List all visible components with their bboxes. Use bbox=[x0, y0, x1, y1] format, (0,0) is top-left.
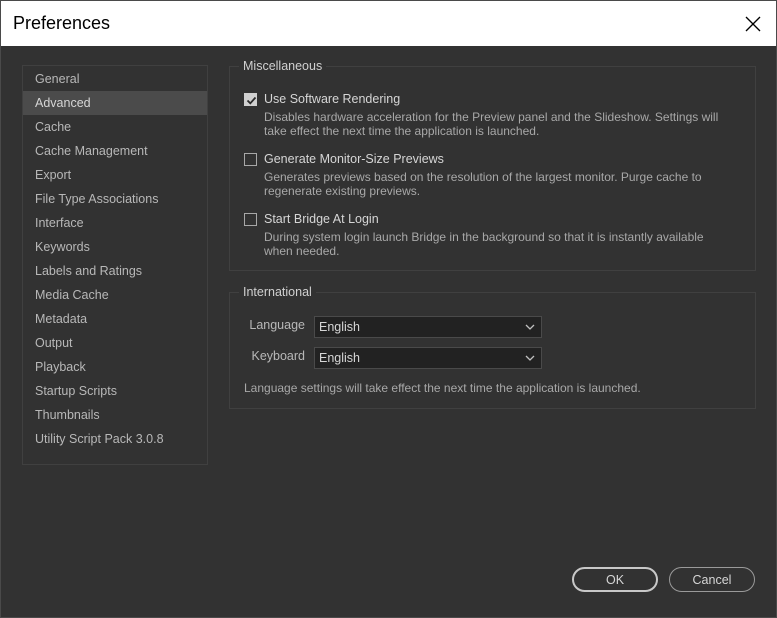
ok-button[interactable]: OK bbox=[572, 567, 658, 592]
sidebar-item-advanced[interactable]: Advanced bbox=[23, 91, 207, 115]
language-note: Language settings will take effect the n… bbox=[244, 381, 641, 395]
sidebar-item-output[interactable]: Output bbox=[23, 331, 207, 355]
sidebar-item-cache[interactable]: Cache bbox=[23, 115, 207, 139]
sidebar-item-startup-scripts[interactable]: Startup Scripts bbox=[23, 379, 207, 403]
monitor-size-previews-checkbox[interactable] bbox=[244, 153, 257, 166]
preferences-dialog: Preferences General Advanced Cache Cache Ma… bbox=[0, 0, 777, 618]
start-bridge-checkbox[interactable] bbox=[244, 213, 257, 226]
keyboard-label: Keyboard bbox=[251, 349, 305, 363]
software-rendering-description: Disables hardware acceleration for the P… bbox=[264, 110, 719, 138]
sidebar-item-utility-script-pack-3-0-8[interactable]: Utility Script Pack 3.0.8 bbox=[23, 427, 207, 451]
start-bridge-label[interactable]: Start Bridge At Login bbox=[264, 212, 379, 226]
software-rendering-checkbox[interactable] bbox=[244, 93, 257, 106]
sidebar-item-interface[interactable]: Interface bbox=[23, 211, 207, 235]
sidebar-item-export[interactable]: Export bbox=[23, 163, 207, 187]
sidebar-item-cache-management[interactable]: Cache Management bbox=[23, 139, 207, 163]
chevron-down-icon bbox=[525, 324, 535, 330]
start-bridge-description: During system login launch Bridge in the… bbox=[264, 230, 704, 258]
keyboard-select[interactable]: English bbox=[314, 347, 542, 369]
title-bar: Preferences bbox=[1, 1, 776, 46]
window-title: Preferences bbox=[13, 13, 111, 33]
sidebar-item-labels-and-ratings[interactable]: Labels and Ratings bbox=[23, 259, 207, 283]
sidebar-item-media-cache[interactable]: Media Cache bbox=[23, 283, 207, 307]
monitor-size-previews-label[interactable]: Generate Monitor-Size Previews bbox=[264, 152, 444, 166]
sidebar-item-playback[interactable]: Playback bbox=[23, 355, 207, 379]
preferences-sidebar: General Advanced Cache Cache Management Expo… bbox=[22, 65, 208, 465]
close-button[interactable] bbox=[730, 1, 776, 46]
sidebar-item-file-type-associations[interactable]: File Type Associations bbox=[23, 187, 207, 211]
monitor-size-previews-description: Generates previews based on the resoluti… bbox=[264, 170, 702, 198]
international-title: International bbox=[239, 285, 316, 299]
checkmark-icon bbox=[246, 96, 257, 105]
international-group: International Language English Keyboard … bbox=[229, 285, 756, 409]
sidebar-item-general[interactable]: General bbox=[23, 67, 207, 91]
keyboard-value: English bbox=[319, 351, 360, 365]
close-icon bbox=[745, 16, 761, 31]
sidebar-item-keywords[interactable]: Keywords bbox=[23, 235, 207, 259]
sidebar-item-metadata[interactable]: Metadata bbox=[23, 307, 207, 331]
miscellaneous-title: Miscellaneous bbox=[239, 59, 327, 73]
language-select[interactable]: English bbox=[314, 316, 542, 338]
language-label: Language bbox=[249, 318, 305, 332]
miscellaneous-group: Miscellaneous Use Software Rendering Dis… bbox=[229, 59, 756, 271]
sidebar-item-thumbnails[interactable]: Thumbnails bbox=[23, 403, 207, 427]
cancel-button[interactable]: Cancel bbox=[669, 567, 755, 592]
language-value: English bbox=[319, 320, 360, 334]
chevron-down-icon bbox=[525, 355, 535, 361]
software-rendering-label[interactable]: Use Software Rendering bbox=[264, 92, 400, 106]
